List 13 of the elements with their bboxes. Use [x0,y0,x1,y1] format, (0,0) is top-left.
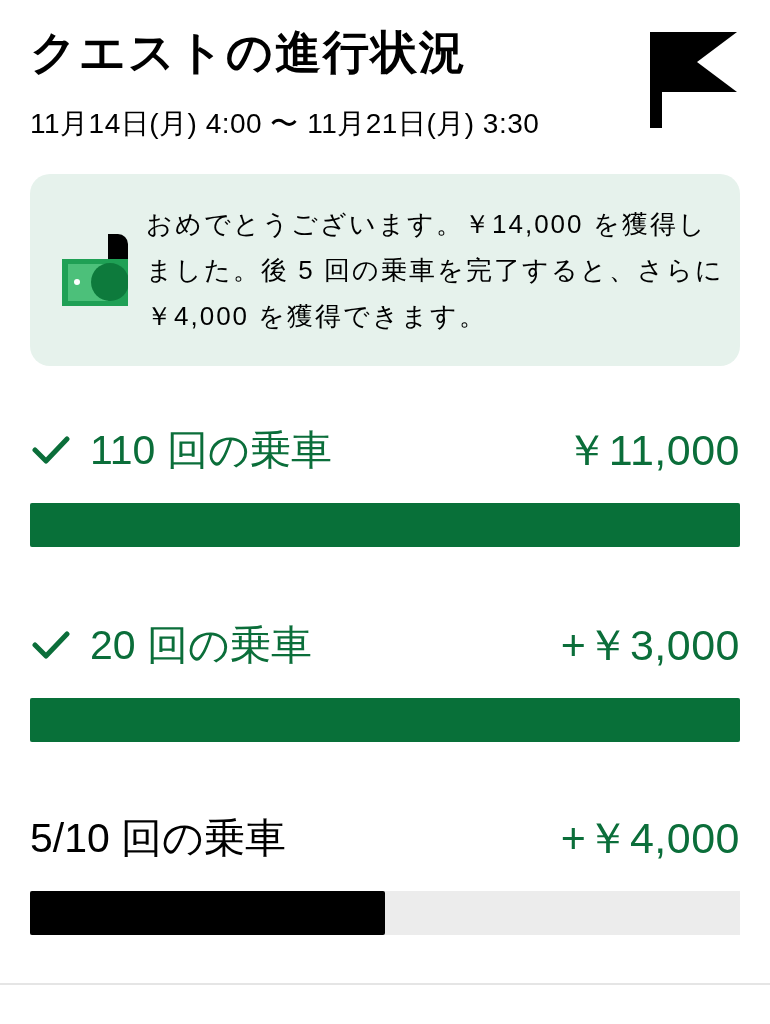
milestone-label: 5/10 回の乗車 [30,814,287,863]
period-text: 11月14日(月) 4:00 〜 11月21日(月) 3:30 [30,107,540,141]
check-icon [32,435,70,465]
milestone-label: 110 回の乗車 [90,426,332,475]
flag-icon [650,32,737,128]
reward-amount: +￥4,000 [560,813,740,863]
page-title: クエストの進行状況 [30,25,467,80]
cash-icon [62,234,128,306]
milestone-label: 20 回の乗車 [90,621,312,670]
reward-amount: ￥11,000 [565,425,740,475]
notice-message: おめでとうございます。￥14,000 を獲得しました。後 5 回の乗車を完了すると、さらに￥4,000 を獲得できます。 [146,208,724,333]
reward-amount: +￥3,000 [560,620,740,670]
check-icon [32,630,70,660]
